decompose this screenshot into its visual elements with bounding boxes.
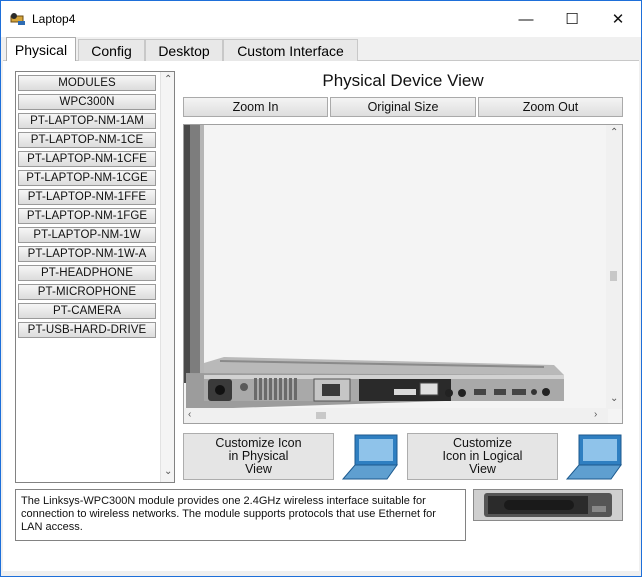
module-item[interactable]: PT-HEADPHONE	[18, 265, 156, 281]
tab-bar: Physical Config Desktop Custom Interface	[3, 37, 639, 62]
physical-device-view-title: Physical Device View	[322, 71, 484, 90]
laptop-app-icon	[10, 13, 25, 25]
zoom-in-button[interactable]: Zoom In	[183, 97, 328, 117]
module-item[interactable]: PT-LAPTOP-NM-1W-A	[18, 246, 156, 262]
maximize-icon: ☐	[565, 11, 579, 28]
module-item[interactable]: PT-LAPTOP-NM-1CGE	[18, 170, 156, 186]
scroll-left-icon[interactable]: ‹	[188, 409, 191, 420]
window-title: Laptop4	[32, 12, 76, 26]
module-list-scrollbar[interactable]: ⌃ ⌄	[160, 72, 174, 482]
module-item[interactable]: PT-CAMERA	[18, 303, 156, 319]
module-item[interactable]: PT-LAPTOP-NM-1FGE	[18, 208, 156, 224]
maximize-button[interactable]: ☐	[549, 1, 595, 37]
module-item[interactable]: WPC300N	[18, 94, 156, 110]
scroll-up-icon[interactable]: ⌃	[610, 127, 618, 138]
tab-custom-interface[interactable]: Custom Interface	[223, 39, 358, 61]
scroll-up-icon[interactable]: ⌃	[164, 74, 172, 85]
module-preview-image	[473, 489, 623, 521]
laptop-physical-icon	[341, 434, 398, 480]
customize-physical-icon-button[interactable]: Customize Icon in Physical View	[183, 433, 334, 480]
customize-logical-label: Customize Icon in Logical View	[442, 436, 523, 476]
close-button[interactable]: ✕	[595, 1, 641, 37]
module-item[interactable]: PT-LAPTOP-NM-1AM	[18, 113, 156, 129]
module-item[interactable]: PT-LAPTOP-NM-1CFE	[18, 151, 156, 167]
minimize-icon: —	[518, 10, 534, 28]
original-size-button[interactable]: Original Size	[330, 97, 476, 117]
module-list[interactable]: MODULES WPC300N PT-LAPTOP-NM-1AM PT-LAPT…	[15, 71, 175, 483]
device-viewport[interactable]: ⌃ ⌄ ‹ ›	[183, 124, 623, 424]
laptop-logical-icon	[565, 434, 622, 480]
close-icon: ✕	[611, 11, 625, 28]
module-item[interactable]: PT-MICROPHONE	[18, 284, 156, 300]
scroll-right-icon[interactable]: ›	[594, 409, 597, 420]
viewport-vertical-scrollbar[interactable]: ⌃ ⌄	[606, 125, 622, 409]
wireless-card-icon	[474, 490, 622, 520]
module-item[interactable]: PT-USB-HARD-DRIVE	[18, 322, 156, 338]
zoom-out-button[interactable]: Zoom Out	[478, 97, 623, 117]
module-item[interactable]: PT-LAPTOP-NM-1CE	[18, 132, 156, 148]
module-item[interactable]: PT-LAPTOP-NM-1FFE	[18, 189, 156, 205]
title-bar: Laptop4 — ☐ ✕	[1, 1, 641, 37]
tab-desktop[interactable]: Desktop	[145, 39, 223, 61]
physical-tab-content: MODULES WPC300N PT-LAPTOP-NM-1AM PT-LAPT…	[3, 61, 639, 571]
viewport-horizontal-scrollbar[interactable]: ‹ ›	[184, 408, 608, 423]
tab-config[interactable]: Config	[78, 39, 145, 61]
module-item[interactable]: MODULES	[18, 75, 156, 91]
customize-logical-icon-button[interactable]: Customize Icon in Logical View	[407, 433, 558, 480]
laptop-side-image	[184, 125, 564, 409]
scroll-thumb[interactable]	[316, 412, 326, 419]
customize-physical-label: Customize Icon in Physical View	[215, 436, 302, 476]
scroll-thumb[interactable]	[610, 271, 617, 281]
scroll-down-icon[interactable]: ⌄	[610, 393, 618, 404]
scroll-down-icon[interactable]: ⌄	[164, 466, 172, 477]
module-description: The Linksys-WPC300N module provides one …	[15, 489, 466, 541]
tab-physical[interactable]: Physical	[6, 37, 76, 62]
module-item[interactable]: PT-LAPTOP-NM-1W	[18, 227, 156, 243]
minimize-button[interactable]: —	[503, 1, 549, 37]
app-window: Laptop4 — ☐ ✕ Physical Config Desktop Cu…	[0, 0, 642, 577]
